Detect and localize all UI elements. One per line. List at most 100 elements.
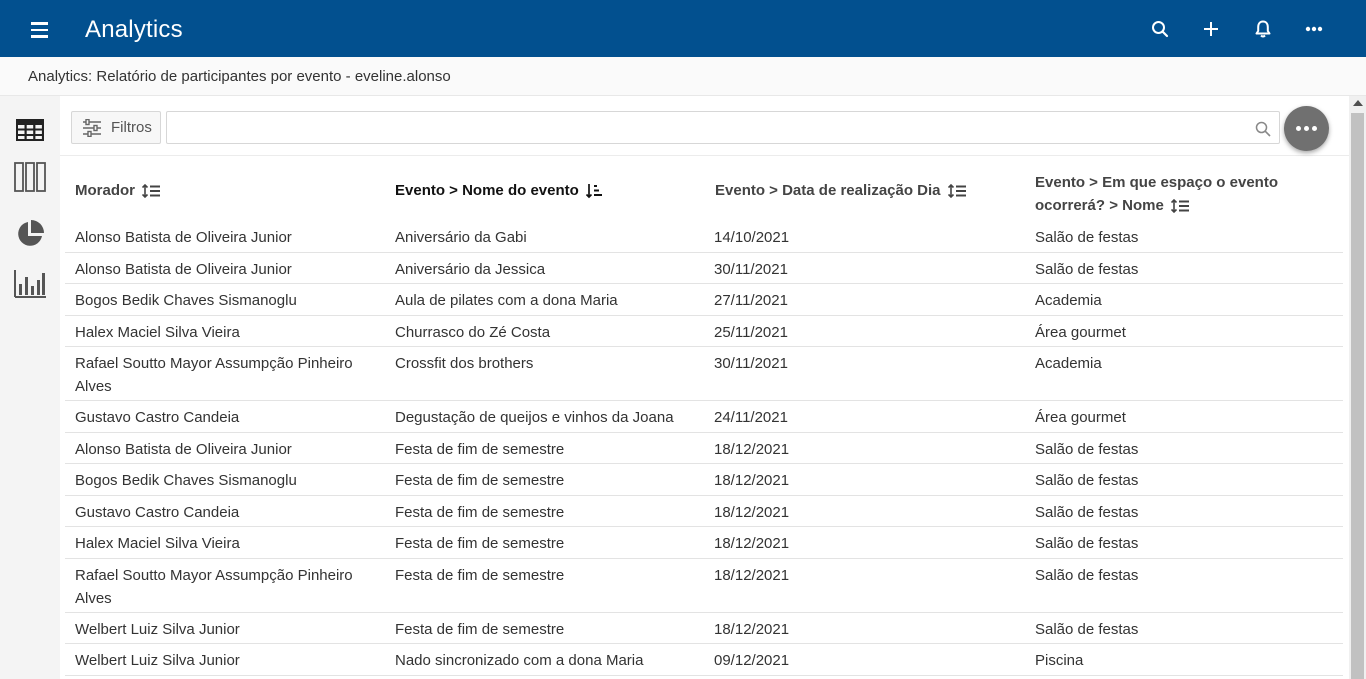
menu-icon[interactable] [22,16,58,44]
filters-button[interactable]: Filtros [71,111,161,144]
table-row[interactable]: Rafael Soutto Mayor Assumpção Pinheiro A… [65,347,1343,401]
cell-data: 18/12/2021 [714,567,790,584]
cell-espaco: Salão de festas [1035,472,1139,489]
cell-morador: Welbert Luiz Silva Junior [75,652,240,669]
cell-morador: Bogos Bedik Chaves Sismanoglu [75,472,297,489]
cell-espaco: Salão de festas [1035,621,1139,638]
cell-evento: Aula de pilates com a dona Maria [395,292,618,309]
cell-espaco: Salão de festas [1035,229,1139,246]
table-row[interactable]: Alonso Batista de Oliveira Junior Aniver… [65,253,1343,284]
more-horizontal-icon[interactable] [1302,17,1326,41]
column-header-label: ocorrerá? > Nome [1035,197,1164,214]
cell-morador: Halex Maciel Silva Vieira [75,324,240,341]
pie-chart-icon[interactable] [13,217,47,251]
cell-evento: Churrasco do Zé Costa [395,324,551,341]
cell-morador: Bogos Bedik Chaves Sismanoglu [75,292,297,309]
search-icon[interactable] [1148,17,1172,41]
cell-evento: Festa de fim de semestre [395,472,565,489]
table-row[interactable]: Halex Maciel Silva Vieira Churrasco do Z… [65,316,1343,347]
table-header: Morador Evento > Nome do evento Evento >… [60,157,1349,228]
cell-morador: Alonso Batista de Oliveira Junior [75,441,292,458]
column-header-label: Evento > Em que espaço o evento [1035,174,1278,191]
cell-data: 18/12/2021 [714,504,790,521]
cell-evento: Festa de fim de semestre [395,621,565,638]
table-row[interactable]: Rafael Soutto Mayor Assumpção Pinheiro A… [65,559,1343,613]
search-box [166,111,1280,144]
table-row[interactable]: Halex Maciel Silva Vieira Festa de fim d… [65,527,1343,559]
cell-espaco: Salão de festas [1035,261,1139,278]
cell-data: 30/11/2021 [714,355,788,372]
scroll-up-icon[interactable] [1353,100,1363,106]
vertical-scrollbar[interactable] [1349,96,1366,679]
cell-data: 24/11/2021 [714,409,788,426]
cell-morador: Alonso Batista de Oliveira Junior [75,261,292,278]
cell-evento: Aniversário da Jessica [395,261,546,278]
table-row[interactable]: Welbert Luiz Silva Junior Nado sincroniz… [65,644,1343,676]
report-main: Filtros Morador Evento > Nome do evento [60,96,1349,679]
cell-data: 30/11/2021 [714,261,788,278]
column-header-evento-data[interactable]: Evento > Data de realização Dia [715,179,966,202]
table-row[interactable]: Gustavo Castro Candeia Degustação de que… [65,401,1343,433]
bell-icon[interactable] [1251,17,1275,41]
cell-espaco: Área gourmet [1035,324,1126,341]
column-header-evento-nome[interactable]: Evento > Nome do evento [395,179,602,202]
table-view-icon[interactable] [13,113,47,147]
cell-evento: Festa de fim de semestre [395,441,565,458]
columns-view-icon[interactable] [13,160,47,194]
column-header-evento-espaco[interactable]: Evento > Em que espaço o evento ocorrerá… [1035,171,1315,217]
cell-data: 14/10/2021 [714,229,790,246]
app-title: Analytics [85,16,183,43]
table-row[interactable]: Welbert Luiz Silva Junior Festa de fim d… [65,613,1343,644]
cell-evento: Festa de fim de semestre [395,504,565,521]
filters-label: Filtros [111,119,152,136]
cell-data: 18/12/2021 [714,621,790,638]
cell-morador: Halex Maciel Silva Vieira [75,535,240,552]
sliders-icon [83,118,101,137]
scrollbar-thumb[interactable] [1351,113,1364,679]
cell-morador: Welbert Luiz Silva Junior [75,621,240,638]
cell-espaco: Academia [1035,355,1102,372]
cell-espaco: Salão de festas [1035,567,1139,584]
cell-morador: Alonso Batista de Oliveira Junior [75,229,292,246]
table-row[interactable]: Alonso Batista de Oliveira Junior Aniver… [65,225,1343,253]
column-header-morador[interactable]: Morador [75,179,160,202]
cell-evento: Crossfit dos brothers [395,355,534,372]
sort-ascending-icon[interactable] [585,183,602,199]
view-sidebar [0,96,60,679]
app-header: Analytics [0,0,1366,57]
column-header-label-line2: ocorrerá? > Nome [1035,194,1315,217]
cell-morador: Rafael Soutto Mayor Assumpção Pinheiro A… [75,355,353,395]
sort-icon[interactable] [1170,198,1189,213]
cell-evento: Nado sincronizado com a dona Maria [395,652,644,669]
search-input[interactable] [173,115,1243,140]
cell-espaco: Piscina [1035,652,1084,669]
cell-morador: Gustavo Castro Candeia [75,504,240,521]
breadcrumb: Analytics: Relatório de participantes po… [0,57,1366,96]
sort-icon[interactable] [142,183,160,198]
more-actions-button[interactable] [1284,106,1329,151]
sort-icon[interactable] [947,183,966,198]
table-row[interactable]: Bogos Bedik Chaves Sismanoglu Festa de f… [65,464,1343,496]
search-icon[interactable] [1255,121,1271,137]
cell-espaco: Salão de festas [1035,535,1139,552]
cell-data: 18/12/2021 [714,441,790,458]
cell-espaco: Salão de festas [1035,504,1139,521]
cell-espaco: Área gourmet [1035,409,1126,426]
table-row[interactable]: Gustavo Castro Candeia Festa de fim de s… [65,496,1343,527]
report-toolbar: Filtros [60,96,1349,156]
cell-data: 18/12/2021 [714,535,790,552]
cell-data: 25/11/2021 [714,324,788,341]
breadcrumb-text: Analytics: Relatório de participantes po… [28,68,451,85]
cell-evento: Festa de fim de semestre [395,535,565,552]
cell-data: 27/11/2021 [714,292,788,309]
column-header-label: Morador [75,182,135,199]
cell-morador: Gustavo Castro Candeia [75,409,240,426]
table-row[interactable]: Bogos Bedik Chaves Sismanoglu Aula de pi… [65,284,1343,316]
cell-evento: Aniversário da Gabi [395,229,527,246]
column-header-label: Evento > Nome do evento [395,182,579,199]
cell-evento: Degustação de queijos e vinhos da Joana [395,409,674,426]
table-row[interactable]: Alonso Batista de Oliveira Junior Festa … [65,433,1343,464]
cell-evento: Festa de fim de semestre [395,567,565,584]
bar-chart-icon[interactable] [13,267,47,301]
plus-icon[interactable] [1199,17,1223,41]
